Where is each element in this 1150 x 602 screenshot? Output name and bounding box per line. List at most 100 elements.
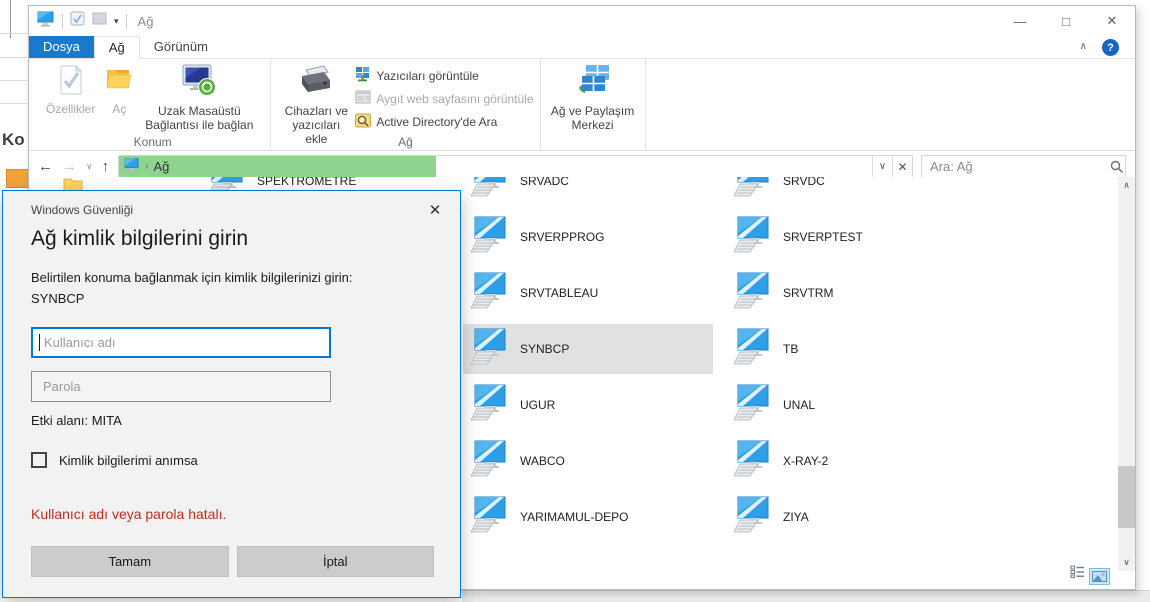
window-title: Ağ (138, 14, 154, 29)
list-item-computer[interactable]: SRVTABLEAU (463, 268, 713, 318)
computer-icon (471, 272, 507, 315)
search-icon[interactable] (1110, 160, 1124, 174)
tab-view[interactable]: Görünüm (140, 36, 222, 58)
properties-label: Özellikler (46, 102, 95, 116)
address-bar[interactable]: › Ağ ∨ ✕ (118, 155, 913, 179)
list-item-computer[interactable]: X-RAY-2 (726, 436, 976, 486)
address-dropdown-icon[interactable]: ∨ (872, 156, 892, 178)
maximize-button[interactable]: □ (1043, 6, 1089, 36)
remember-credentials-row: Kimlik bilgilerimi anımsa (31, 452, 198, 468)
computer-icon (471, 216, 507, 259)
computer-name: YARIMAMUL-DEPO (520, 510, 628, 524)
screen: Ko ▾ Ağ — □ (0, 0, 1150, 602)
separator (62, 14, 63, 29)
credential-dialog: Windows Güvenliği ✕ Ağ kimlik bilgilerin… (2, 190, 461, 598)
search-active-directory-label: Active Directory'de Ara (376, 115, 497, 129)
list-item-computer[interactable]: ZIYA (726, 492, 976, 542)
dialog-close-icon[interactable]: ✕ (424, 199, 446, 221)
qat-customize-caret-icon[interactable]: ▾ (114, 17, 119, 26)
tab-network[interactable]: Ağ (94, 36, 140, 59)
computer-name: SYNBCP (520, 342, 569, 356)
details-view-button[interactable] (1070, 565, 1085, 583)
list-item-computer[interactable]: YARIMAMUL-DEPO (463, 492, 713, 542)
tab-file[interactable]: Dosya (29, 36, 94, 58)
list-item-computer[interactable]: SRVERPPROG (463, 212, 713, 262)
close-button[interactable]: ✕ (1089, 6, 1135, 36)
network-sharing-center-button[interactable]: Ağ ve Paylaşım Merkezi (545, 62, 641, 134)
list-item-computer[interactable]: WABCO (463, 436, 713, 486)
ribbon-group-nsc: Ağ ve Paylaşım Merkezi (541, 59, 646, 150)
dialog-message-line1: Belirtilen konuma bağlanmak için kimlik … (31, 267, 353, 288)
quick-access-toolbar: ▾ Ağ (37, 11, 153, 32)
properties-button[interactable]: Özellikler (41, 62, 100, 118)
computer-name: UGUR (520, 398, 555, 412)
password-field[interactable] (31, 371, 331, 402)
computer-name: SRVERPPROG (520, 230, 604, 244)
list-item-computer[interactable]: SRVADC (463, 177, 713, 206)
network-computer-icon (124, 158, 140, 175)
ribbon-tab-row: Dosya Ağ Görünüm (29, 36, 1135, 59)
view-device-webpage-label: Aygıt web sayfasını görüntüle (376, 92, 533, 106)
open-button[interactable]: Aç (100, 62, 138, 118)
stop-refresh-icon[interactable]: ✕ (892, 156, 912, 178)
recent-locations-icon[interactable]: ∨ (86, 161, 93, 172)
title-bar: ▾ Ağ — □ ✕ (29, 6, 1135, 36)
help-icon[interactable]: ? (1102, 39, 1119, 56)
computer-icon (471, 440, 507, 483)
vertical-scrollbar[interactable]: ∧ ∨ (1118, 177, 1135, 571)
remember-checkbox[interactable] (31, 452, 47, 468)
ribbon-group-location: Özellikler Aç Uzak Masaüstü Bağlantısı i… (35, 59, 271, 150)
forward-icon[interactable]: → (62, 158, 77, 175)
computer-name: SRVERPTEST (783, 230, 863, 244)
breadcrumb-network[interactable]: Ağ (153, 159, 169, 174)
list-item-computer[interactable]: TB (726, 324, 976, 374)
ribbon-group-network: Cihazları ve yazıcıları ekle Yazıcıları … (271, 59, 540, 150)
remember-label: Kimlik bilgilerimi anımsa (59, 453, 198, 468)
ribbon: Özellikler Aç Uzak Masaüstü Bağlantısı i… (29, 59, 1135, 151)
list-item-computer[interactable]: SRVDC (726, 177, 976, 206)
view-printers-label: Yazıcıları görüntüle (376, 69, 479, 83)
minimize-button[interactable]: — (997, 6, 1043, 36)
computer-icon (734, 272, 770, 315)
username-field[interactable] (31, 327, 331, 358)
remote-desktop-label-line1: Uzak Masaüstü (158, 104, 241, 118)
search-input[interactable] (922, 159, 1110, 174)
view-printers-button[interactable]: Yazıcıları görüntüle (355, 66, 533, 85)
scrollbar-thumb[interactable] (1118, 466, 1135, 528)
computer-grid: SRVADC SRVDC SRVERPPROG (463, 177, 976, 542)
back-icon[interactable]: ← (38, 158, 53, 175)
dialog-heading: Ağ kimlik bilgilerini girin (31, 227, 248, 251)
network-sharing-center-icon (575, 64, 611, 104)
ribbon-collapse-icon[interactable]: ∧ (1080, 41, 1087, 52)
window-controls: — □ ✕ (997, 6, 1135, 36)
nsc-label-line1: Ağ ve Paylaşım (551, 104, 634, 118)
view-device-webpage-button[interactable]: Aygıt web sayfasını görüntüle (355, 89, 533, 108)
computer-name: ZIYA (783, 510, 809, 524)
search-box (921, 155, 1126, 179)
list-item-computer[interactable]: UNAL (726, 380, 976, 430)
qat-folder-icon[interactable] (92, 12, 107, 30)
qat-properties-icon[interactable] (70, 11, 85, 31)
background-window-line (0, 33, 27, 34)
scroll-down-icon[interactable]: ∨ (1118, 554, 1135, 571)
cancel-button[interactable]: İptal (237, 546, 435, 577)
network-small-buttons: Yazıcıları görüntüle Aygıt web sayfasını… (355, 62, 533, 131)
domain-label: Etki alanı: MITA (31, 413, 122, 428)
breadcrumb-chevron-icon: › (145, 161, 148, 172)
list-item-computer[interactable]: SRVERPTEST (726, 212, 976, 262)
computer-name: WABCO (520, 454, 565, 468)
list-item-computer[interactable]: SRVTRM (726, 268, 976, 318)
thumbnail-view-button[interactable] (1089, 568, 1110, 585)
background-window-line (0, 80, 27, 81)
list-item-computer[interactable]: UGUR (463, 380, 713, 430)
ok-button[interactable]: Tamam (31, 546, 229, 577)
up-icon[interactable]: ↑ (102, 158, 110, 175)
computer-name: X-RAY-2 (783, 454, 828, 468)
list-item-computer[interactable]: SYNBCP (463, 324, 713, 374)
remote-desktop-button[interactable]: Uzak Masaüstü Bağlantısı ile bağlan (138, 62, 260, 134)
computer-icon (471, 328, 507, 371)
scroll-up-icon[interactable]: ∧ (1118, 177, 1135, 194)
computer-icon (734, 440, 770, 483)
search-active-directory-button[interactable]: Active Directory'de Ara (355, 112, 533, 131)
computer-icon (734, 384, 770, 427)
